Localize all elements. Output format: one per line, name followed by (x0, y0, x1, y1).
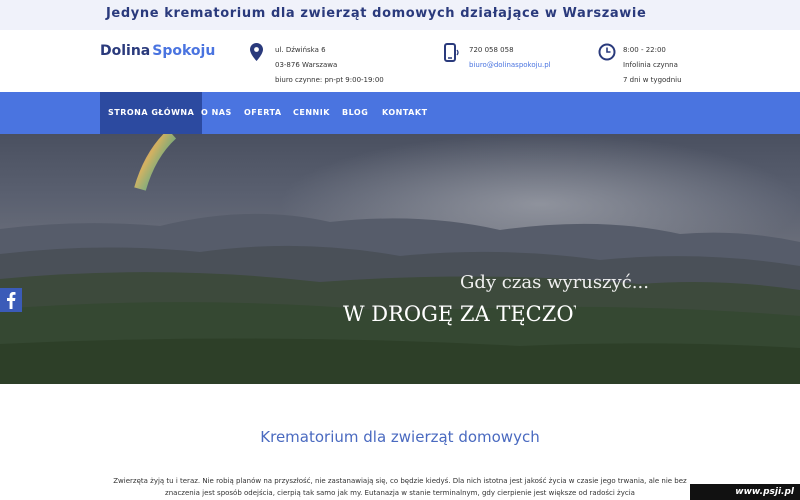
nav-contact[interactable]: KONTAKT (382, 92, 428, 134)
hours-block: 8:00 - 22:00 Infolinia czynna 7 dni w ty… (623, 43, 682, 88)
hours-time: 8:00 - 22:00 (623, 46, 666, 54)
hours-label: Infolinia czynna (623, 61, 678, 69)
phone-number[interactable]: 720 058 058 (469, 43, 551, 58)
section-title: Krematorium dla zwierząt domowych (260, 428, 540, 446)
watermark: www.psji.pl (690, 484, 800, 500)
address-city: 03-876 Warszawa (275, 61, 338, 69)
phone-icon (444, 43, 459, 62)
logo[interactable]: Dolina Spokoju (100, 43, 215, 59)
facebook-icon (7, 292, 16, 309)
hero-subtitle: Gdy czas wyruszyć... (460, 272, 649, 293)
hours-days: 7 dni w tygodniu (623, 76, 682, 84)
section-text: Zwierzęta żyją tu i teraz. Nie robią pla… (113, 477, 687, 497)
clock-icon (598, 43, 616, 61)
nav-offer[interactable]: OFERTA (244, 92, 282, 134)
nav-blog[interactable]: BLOG (342, 92, 368, 134)
top-bar: Jedyne krematorium dla zwierząt domowych… (0, 0, 800, 30)
nav-about[interactable]: O NAS (201, 92, 232, 134)
address-block: ul. Dźwińska 6 03-876 Warszawa biuro czy… (275, 43, 384, 88)
logo-part-2: Spokoju (152, 43, 216, 59)
email-link[interactable]: biuro@dolinaspokoju.pl (469, 58, 551, 73)
nav-pricing[interactable]: CENNIK (293, 92, 330, 134)
address-street: ul. Dźwińska 6 (275, 46, 326, 54)
facebook-tab[interactable] (0, 288, 22, 312)
location-pin-icon (250, 43, 263, 61)
office-hours: biuro czynne: pn-pt 9:00-19:00 (275, 76, 384, 84)
tagline: Jedyne krematorium dla zwierząt domowych… (106, 6, 647, 21)
main-nav: STRONA GŁÓWNA O NAS OFERTA CENNIK BLOG K… (0, 92, 800, 134)
logo-part-1: Dolina (100, 43, 151, 59)
nav-home[interactable]: STRONA GŁÓWNA (100, 92, 203, 134)
hero-title: W DROGĘ ZA TĘCZOWY MOST (343, 302, 576, 326)
contact-block: 720 058 058 biuro@dolinaspokoju.pl (469, 43, 551, 73)
hero-banner: Gdy czas wyruszyć... W DROGĘ ZA TĘCZOWY … (0, 134, 800, 384)
hero-landscape (0, 134, 800, 384)
info-bar: Dolina Spokoju ul. Dźwińska 6 03-876 Wars… (0, 30, 800, 92)
